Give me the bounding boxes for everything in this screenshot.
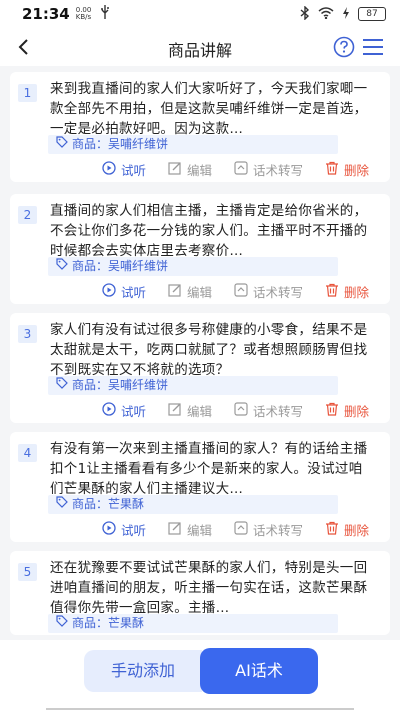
edit-button[interactable]: 编辑 [168,282,212,301]
edit-icon [168,402,182,419]
product-tag: 商品：芒果酥 [48,495,338,514]
transcribe-label: 话术转写 [253,404,304,419]
status-time: 21:34 [22,5,70,23]
manual-add-button[interactable]: 手动添加 [84,650,202,692]
transcribe-button[interactable]: 话术转写 [234,520,303,539]
card-actions: 试听 编辑 话术转写 删除 [10,282,390,304]
listen-button[interactable]: 试听 [102,282,146,301]
script-index: 1 [18,84,37,102]
trash-icon [325,283,339,300]
ai-script-button[interactable]: AI话术 [200,648,318,694]
delete-label: 删除 [344,163,370,178]
transcribe-label: 话术转写 [253,523,304,538]
product-label: 商品：吴哺纤维饼 [72,378,169,392]
card-actions: 试听 编辑 话术转写 删除 [10,401,390,423]
transcribe-button[interactable]: 话术转写 [234,160,303,179]
play-icon [102,521,116,538]
script-card[interactable]: 4 有没有第一次来到主播直播间的家人？有的话给主播扣个1让主播看看有多少个是新来… [10,432,390,542]
tag-icon [56,376,68,395]
transcribe-label: 话术转写 [253,285,304,300]
script-text: 家人们有没有试过很多号称健康的小零食，结果不是太甜就是太干，吃两口就腻了？或者想… [50,322,368,378]
product-tag: 商品：吴哺纤维饼 [48,257,338,276]
card-actions: 试听 编辑 话术转写 删除 [10,160,390,182]
script-card[interactable]: 3 家人们有没有试过很多号称健康的小零食，结果不是太甜就是太干，吃两口就腻了？或… [10,313,390,423]
delete-button[interactable]: 删除 [325,160,369,179]
play-icon [102,283,116,300]
script-index: 3 [18,325,37,343]
script-text: 有没有第一次来到主播直播间的家人？有的话给主播扣个1让主播看看有多少个是新来的家… [50,441,368,497]
edit-button[interactable]: 编辑 [168,401,212,420]
script-card[interactable]: 2 直播间的家人们相信主播，主播肯定是给你省米的，不会让你们多花一分钱的家人们。… [10,194,390,304]
script-text: 来到我直播间的家人们大家听好了，今天我们家唧一款全部先不用拍，但是这款吴哺纤维饼… [50,81,368,137]
trash-icon [325,521,339,538]
delete-button[interactable]: 删除 [325,282,369,301]
status-bar: 21:34 0.00 KB/s 87 [0,0,400,28]
script-text: 还在犹豫要不要试试芒果酥的家人们，特别是头一回进咱直播间的朋友，听主播一句实在话… [50,560,368,616]
delete-label: 删除 [344,285,370,300]
play-icon [102,161,116,178]
listen-button[interactable]: 试听 [102,520,146,539]
play-icon [102,402,116,419]
edit-label: 编辑 [187,163,213,178]
delete-button[interactable]: 删除 [325,401,369,420]
trash-icon [325,402,339,419]
product-label: 商品：吴哺纤维饼 [72,137,169,151]
script-index: 2 [18,206,37,224]
transcribe-icon [234,161,248,178]
edit-label: 编辑 [187,523,213,538]
battery-indicator: 87 [358,7,386,21]
product-tag: 商品：吴哺纤维饼 [48,135,338,154]
listen-button[interactable]: 试听 [102,160,146,179]
bluetooth-icon [300,4,310,23]
script-index: 5 [18,563,37,581]
script-card[interactable]: 5 还在犹豫要不要试试芒果酥的家人们，特别是头一回进咱直播间的朋友，听主播一句实… [10,551,390,635]
listen-label: 试听 [121,163,147,178]
trash-icon [325,161,339,178]
edit-button[interactable]: 编辑 [168,160,212,179]
transcribe-icon [234,402,248,419]
transcribe-label: 话术转写 [253,163,304,178]
listen-label: 试听 [121,523,147,538]
delete-label: 删除 [344,523,370,538]
product-label: 商品：芒果酥 [72,616,145,630]
usb-icon [100,5,110,23]
listen-button[interactable]: 试听 [102,401,146,420]
product-tag: 商品：芒果酥 [48,614,338,633]
edit-icon [168,283,182,300]
product-label: 商品：吴哺纤维饼 [72,259,169,273]
transcribe-button[interactable]: 话术转写 [234,401,303,420]
delete-button[interactable]: 删除 [325,520,369,539]
network-speed: 0.00 KB/s [75,6,92,21]
tag-icon [56,495,68,514]
tag-icon [56,614,68,633]
edit-label: 编辑 [187,285,213,300]
listen-label: 试听 [121,285,147,300]
listen-label: 试听 [121,404,147,419]
edit-button[interactable]: 编辑 [168,520,212,539]
wifi-icon [318,6,334,22]
edit-icon [168,161,182,178]
card-actions: 试听 编辑 话术转写 删除 [10,520,390,542]
script-index: 4 [18,444,37,462]
menu-icon[interactable] [362,38,384,56]
transcribe-icon [234,283,248,300]
transcribe-button[interactable]: 话术转写 [234,282,303,301]
bottom-bar: 手动添加 AI话术 [0,640,400,711]
help-icon[interactable] [333,36,355,58]
home-indicator [46,708,354,710]
script-text: 直播间的家人们相信主播，主播肯定是给你省米的，不会让你们多花一分钱的家人们。主播… [50,203,368,259]
charging-icon [342,6,350,22]
edit-icon [168,521,182,538]
nav-bar: 商品讲解 [0,28,400,66]
tag-icon [56,135,68,154]
tag-icon [56,257,68,276]
transcribe-icon [234,521,248,538]
edit-label: 编辑 [187,404,213,419]
script-card[interactable]: 1 来到我直播间的家人们大家听好了，今天我们家唧一款全部先不用拍，但是这款吴哺纤… [10,72,390,182]
product-tag: 商品：吴哺纤维饼 [48,376,338,395]
delete-label: 删除 [344,404,370,419]
product-label: 商品：芒果酥 [72,497,145,511]
